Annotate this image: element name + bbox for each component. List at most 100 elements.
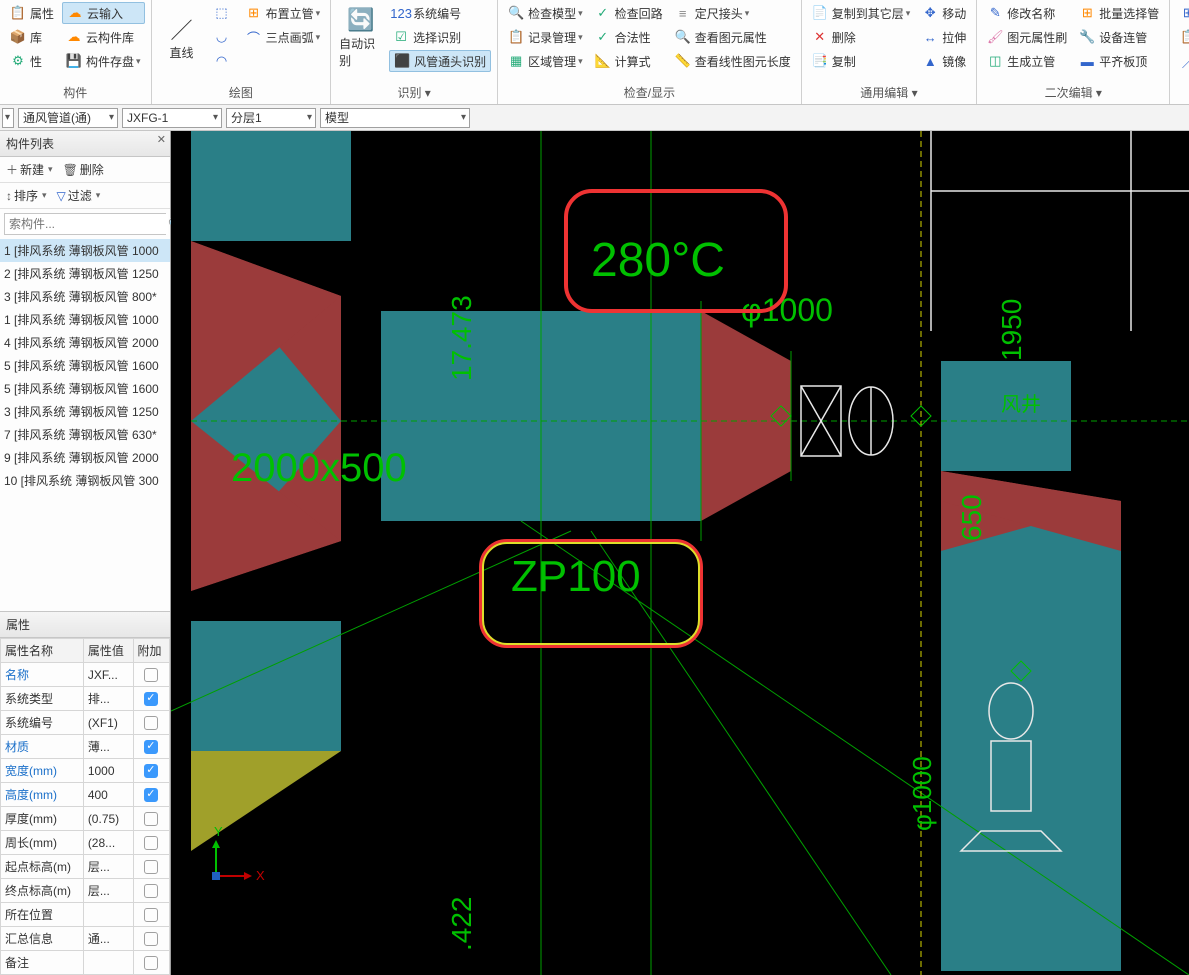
table-row[interactable]: 高度(mm)400 (1, 783, 170, 807)
component-list[interactable]: 1 [排风系统 薄钢板风管 10002 [排风系统 薄钢板风管 12503 [排… (0, 239, 170, 612)
prop-value[interactable]: 排... (83, 687, 133, 711)
list-item[interactable]: 5 [排风系统 薄钢板风管 1600 (0, 354, 170, 377)
panel-tool-button[interactable]: 🗑 删除 (63, 161, 104, 178)
prop-attach[interactable] (133, 759, 169, 783)
prop-attach[interactable] (133, 927, 169, 951)
ribbon-button[interactable]: 🔍查看图元属性 (671, 26, 795, 48)
ribbon-button[interactable]: 📏查看线性图元长度 (671, 50, 795, 72)
ribbon-button[interactable]: ✥移动 (918, 2, 970, 24)
prop-attach[interactable] (133, 951, 169, 975)
checkbox-icon[interactable] (144, 716, 158, 730)
ribbon-button[interactable]: ▬平齐板顶 (1075, 50, 1163, 72)
filter-combo[interactable]: 分层1 (226, 108, 316, 128)
panel-tool-button[interactable]: ▽ 过滤 ▾ (57, 187, 101, 204)
checkbox-icon[interactable] (144, 668, 158, 682)
ribbon-button[interactable]: ✓合法性 (591, 26, 667, 48)
prop-value[interactable]: 层... (83, 855, 133, 879)
prop-attach[interactable] (133, 735, 169, 759)
prop-value[interactable]: (28... (83, 831, 133, 855)
ribbon-button[interactable]: ▦区域管理▾ (504, 50, 587, 72)
ribbon-button[interactable]: ☁云构件库 (62, 26, 145, 48)
checkbox-icon[interactable] (144, 788, 158, 802)
filter-combo[interactable] (2, 108, 14, 128)
ribbon-big-button[interactable]: 🔄自动识别 (337, 2, 385, 72)
ribbon-button[interactable]: 📦库 (6, 26, 58, 48)
ribbon-button[interactable]: 📋属性 (6, 2, 58, 24)
ribbon-button[interactable]: 123系统编号 (389, 2, 491, 24)
ribbon-button[interactable]: ☁云输入 (62, 2, 145, 24)
ribbon-button[interactable]: ◡ (210, 26, 238, 48)
ribbon-button[interactable]: ✓检查回路 (591, 2, 667, 24)
list-item[interactable]: 3 [排风系统 薄钢板风管 1250 (0, 400, 170, 423)
prop-attach[interactable] (133, 663, 169, 687)
ribbon-button[interactable]: 📐计算式 (591, 50, 667, 72)
list-item[interactable]: 10 [排风系统 薄钢板风管 300 (0, 469, 170, 492)
prop-value[interactable]: 400 (83, 783, 133, 807)
prop-value[interactable]: JXF... (83, 663, 133, 687)
table-row[interactable]: 系统编号(XF1) (1, 711, 170, 735)
list-item[interactable]: 9 [排风系统 薄钢板风管 2000 (0, 446, 170, 469)
list-item[interactable]: 7 [排风系统 薄钢板风管 630* (0, 423, 170, 446)
ribbon-button[interactable]: ◫生成立管 (983, 50, 1071, 72)
ribbon-button[interactable]: ◠ (210, 50, 238, 72)
ribbon-button[interactable]: ▲镜像 (918, 50, 970, 72)
table-row[interactable]: 所在位置 (1, 903, 170, 927)
ribbon-button[interactable]: ⊞布置立管▾ (242, 2, 325, 24)
ribbon-button[interactable] (242, 50, 325, 72)
table-row[interactable]: 周长(mm)(28... (1, 831, 170, 855)
table-row[interactable]: 汇总信息通... (1, 927, 170, 951)
prop-value[interactable] (83, 903, 133, 927)
prop-value[interactable]: 薄... (83, 735, 133, 759)
table-row[interactable]: 名称JXF... (1, 663, 170, 687)
table-row[interactable]: 备注 (1, 951, 170, 975)
ribbon-button[interactable]: ⊞批量选择管 (1075, 2, 1163, 24)
ribbon-button[interactable]: 📄复制到其它层▾ (808, 2, 915, 24)
search-input[interactable] (5, 214, 168, 234)
prop-value[interactable]: 通... (83, 927, 133, 951)
panel-close-icon[interactable]: ✕ (157, 133, 166, 146)
prop-attach[interactable] (133, 711, 169, 735)
list-item[interactable]: 1 [排风系统 薄钢板风管 1000 (0, 239, 170, 262)
checkbox-icon[interactable] (144, 692, 158, 706)
ribbon-button[interactable]: 🔧设备连管 (1075, 26, 1163, 48)
ribbon-button[interactable]: ／ (1176, 50, 1189, 72)
component-search[interactable]: 🔍 (4, 213, 166, 235)
checkbox-icon[interactable] (144, 764, 158, 778)
model-canvas[interactable]: 2000x500 17.473 280°C ZP100 φ1000 1950 6… (171, 131, 1189, 975)
filter-combo[interactable]: 通风管道(通) (18, 108, 118, 128)
ribbon-button[interactable]: 📋 (1176, 26, 1189, 48)
filter-combo[interactable]: 模型 (320, 108, 470, 128)
table-row[interactable]: 起点标高(m)层... (1, 855, 170, 879)
ribbon-button[interactable]: 📋记录管理▾ (504, 26, 587, 48)
prop-attach[interactable] (133, 903, 169, 927)
ribbon-button[interactable]: ⚙性 (6, 50, 58, 72)
prop-attach[interactable] (133, 807, 169, 831)
filter-combo[interactable]: JXFG-1 (122, 108, 222, 128)
prop-attach[interactable] (133, 879, 169, 903)
prop-value[interactable]: 层... (83, 879, 133, 903)
table-row[interactable]: 宽度(mm)1000 (1, 759, 170, 783)
list-item[interactable]: 2 [排风系统 薄钢板风管 1250 (0, 262, 170, 285)
ribbon-button[interactable]: 💾构件存盘▾ (62, 50, 145, 72)
prop-value[interactable]: (XF1) (83, 711, 133, 735)
checkbox-icon[interactable] (144, 908, 158, 922)
checkbox-icon[interactable] (144, 932, 158, 946)
prop-value[interactable] (83, 951, 133, 975)
list-item[interactable]: 5 [排风系统 薄钢板风管 1600 (0, 377, 170, 400)
list-item[interactable]: 3 [排风系统 薄钢板风管 800* (0, 285, 170, 308)
prop-attach[interactable] (133, 783, 169, 807)
ribbon-button[interactable]: 📑复制 (808, 50, 915, 72)
prop-value[interactable]: 1000 (83, 759, 133, 783)
prop-attach[interactable] (133, 687, 169, 711)
prop-attach[interactable] (133, 855, 169, 879)
ribbon-button[interactable]: ✎修改名称 (983, 2, 1071, 24)
ribbon-button[interactable]: ✕删除 (808, 26, 915, 48)
ribbon-big-button[interactable]: ／直线 (158, 2, 206, 72)
table-row[interactable]: 系统类型排... (1, 687, 170, 711)
panel-tool-button[interactable]: ↕ 排序 ▾ (6, 187, 47, 204)
properties-grid[interactable]: 属性名称属性值附加名称JXF...系统类型排...系统编号(XF1)材质薄...… (0, 638, 170, 975)
checkbox-icon[interactable] (144, 740, 158, 754)
ribbon-button[interactable]: ≡定尺接头▾ (671, 2, 795, 24)
ribbon-button[interactable]: 🔍检查模型▾ (504, 2, 587, 24)
ribbon-button[interactable]: ⬛风管通头识别 (389, 50, 491, 72)
